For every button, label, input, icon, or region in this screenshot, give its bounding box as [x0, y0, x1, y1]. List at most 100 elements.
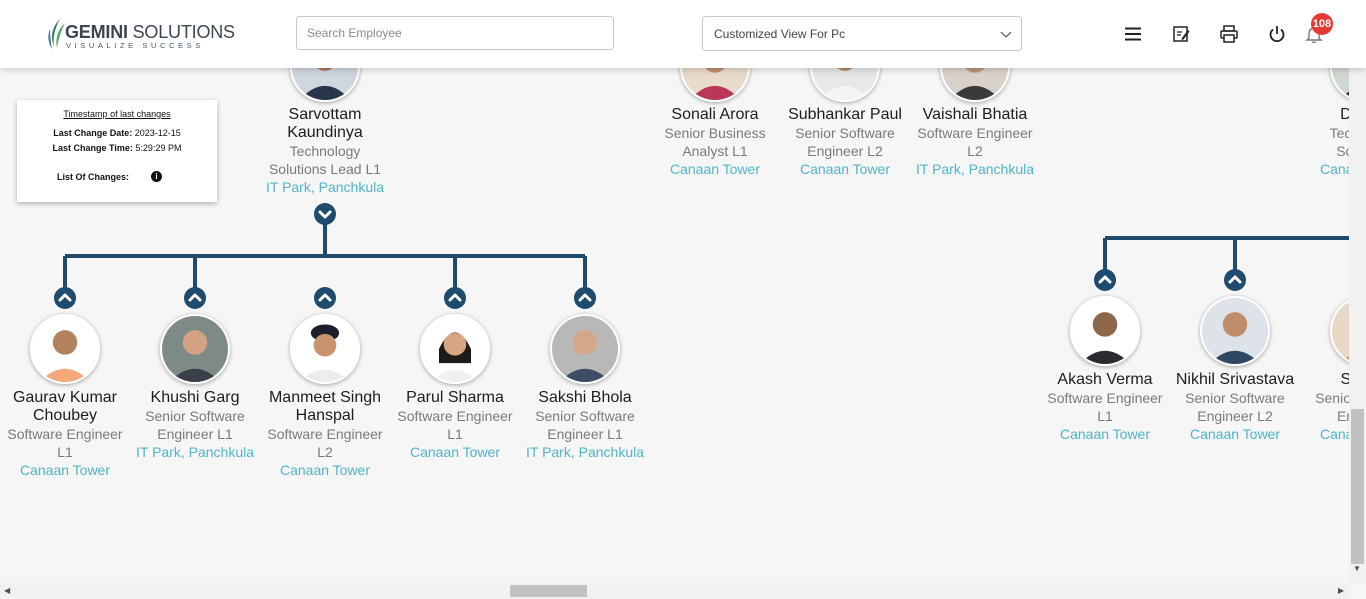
employee-designation: Software Engineer L1	[7, 426, 123, 460]
printer-icon	[1220, 25, 1238, 43]
logout-button[interactable]	[1267, 24, 1287, 44]
employee-card-sakshi[interactable]: Sakshi Bhola Senior Software Engineer L1…	[520, 389, 650, 461]
horizontal-scrollbar-thumb[interactable]	[510, 585, 587, 597]
edit-note-button[interactable]	[1171, 24, 1191, 44]
employee-designation: Software Engineer L1	[397, 408, 513, 442]
employee-name: Nikhil Srivastava	[1175, 371, 1295, 388]
collapse-toggle-button[interactable]	[314, 203, 336, 225]
timestamp-title[interactable]: Timestamp of last changes	[17, 109, 217, 119]
avatar[interactable]	[1200, 296, 1270, 366]
chevron-up-icon	[578, 293, 592, 302]
last-change-time-value: 5:29:29 PM	[135, 143, 182, 153]
vertical-scrollbar-thumb[interactable]	[1351, 409, 1364, 564]
info-icon[interactable]: i	[151, 171, 162, 182]
avatar[interactable]	[30, 314, 100, 384]
employee-location: Canaan Tower	[799, 161, 891, 177]
expand-toggle-button[interactable]	[54, 287, 76, 309]
scroll-left-arrow-icon[interactable]: ◀	[4, 586, 10, 595]
timestamp-card: Timestamp of last changes Last Change Da…	[17, 100, 217, 202]
employee-name: Khushi Garg	[150, 389, 240, 406]
employee-name: Parul Sharma	[406, 389, 504, 406]
employee-card-akash[interactable]: Akash Verma Software Engineer L1 Canaan …	[1040, 371, 1170, 443]
brand-tagline: VISUALIZE SUCCESS	[66, 41, 204, 50]
expand-toggle-button[interactable]	[574, 287, 596, 309]
employee-name: Vaishali Bhatia	[922, 106, 1028, 123]
employee-card-manmeet[interactable]: Manmeet Singh Hanspal Software Engineer …	[260, 389, 390, 479]
employee-card-sarvottam[interactable]: Sarvottam Kaundinya Technology Solutions…	[260, 106, 390, 196]
last-change-time-label: Last Change Time:	[52, 143, 133, 153]
vertical-scrollbar[interactable]: ▼	[1349, 68, 1366, 583]
edit-note-icon	[1173, 26, 1190, 42]
employee-location: Canaan Tower	[409, 444, 501, 460]
menu-icon	[1125, 27, 1141, 41]
chevron-down-icon	[318, 210, 332, 219]
last-change-date-value: 2023-12-15	[134, 128, 181, 138]
employee-designation: Senior Software Engineer L1	[535, 408, 635, 442]
employee-card-gaurav[interactable]: Gaurav Kumar Choubey Software Engineer L…	[0, 389, 130, 479]
last-change-date: Last Change Date: 2023-12-15	[17, 128, 217, 138]
employee-designation: Senior Business Analyst L1	[664, 125, 766, 159]
employee-name: Sarvottam Kaundinya	[287, 106, 363, 141]
expand-toggle-button[interactable]	[444, 287, 466, 309]
employee-location: Canaan Tower	[669, 161, 761, 177]
brand-name-bold: GEMINI	[65, 22, 128, 42]
avatar[interactable]	[160, 314, 230, 384]
employee-card-subhankar[interactable]: Subhankar Paul Senior Software Engineer …	[780, 106, 910, 178]
list-of-changes-label: List Of Changes:	[57, 172, 130, 182]
employee-designation: Software Engineer L2	[917, 125, 1033, 159]
employee-location: Canaan Tower	[19, 462, 111, 478]
view-select-value: Customized View For Pc	[714, 27, 846, 41]
chevron-down-icon	[1000, 31, 1012, 38]
employee-name: Akash Verma	[1057, 371, 1153, 388]
employee-name: Sonali Arora	[671, 106, 759, 123]
chevron-up-icon	[448, 293, 462, 302]
chevron-up-icon	[58, 293, 72, 302]
employee-location: IT Park, Panchkula	[915, 161, 1035, 177]
scroll-right-arrow-icon[interactable]: ▶	[1338, 586, 1344, 595]
avatar[interactable]	[1070, 296, 1140, 366]
employee-name: Sakshi Bhola	[538, 389, 632, 406]
brand-name-thin: SOLUTIONS	[132, 22, 235, 42]
employee-location: Canaan Tower	[1059, 426, 1151, 442]
expand-toggle-button[interactable]	[184, 287, 206, 309]
employee-name: Gaurav Kumar Choubey	[12, 389, 118, 424]
employee-card-parul[interactable]: Parul Sharma Software Engineer L1 Canaan…	[390, 389, 520, 461]
employee-name: Manmeet Singh Hanspal	[268, 389, 382, 424]
menu-button[interactable]	[1123, 24, 1143, 44]
employee-card-khushi[interactable]: Khushi Garg Senior Software Engineer L1 …	[130, 389, 260, 461]
top-navbar: GEMINI SOLUTIONS VISUALIZE SUCCESS Custo…	[0, 0, 1366, 68]
horizontal-scrollbar[interactable]: ◀ ▶	[0, 583, 1349, 599]
employee-designation: Senior Software Engineer L1	[145, 408, 245, 442]
expand-toggle-button[interactable]	[1094, 269, 1116, 291]
expand-toggle-button[interactable]	[1224, 269, 1246, 291]
scroll-down-arrow-icon[interactable]: ▼	[1353, 564, 1361, 573]
power-icon	[1269, 26, 1285, 43]
employee-location: Canaan Tower	[1189, 426, 1281, 442]
employee-location: Canaan Tower	[279, 462, 371, 478]
avatar[interactable]	[420, 314, 490, 384]
avatar[interactable]	[550, 314, 620, 384]
employee-designation: Technology Solutions Lead L1	[268, 143, 382, 177]
employee-card-sonali[interactable]: Sonali Arora Senior Business Analyst L1 …	[650, 106, 780, 178]
brand-name: GEMINI SOLUTIONS	[65, 22, 235, 43]
last-change-date-label: Last Change Date:	[53, 128, 133, 138]
avatar[interactable]	[290, 314, 360, 384]
employee-card-nikhil[interactable]: Nikhil Srivastava Senior Software Engine…	[1170, 371, 1300, 443]
employee-card-vaishali[interactable]: Vaishali Bhatia Software Engineer L2 IT …	[910, 106, 1040, 178]
employee-designation: Software Engineer L1	[1047, 390, 1163, 424]
employee-designation: Senior Software Engineer L2	[795, 125, 895, 159]
company-logo[interactable]: GEMINI SOLUTIONS VISUALIZE SUCCESS	[46, 17, 235, 51]
employee-designation: Senior Software Engineer L2	[1185, 390, 1285, 424]
chevron-up-icon	[1228, 275, 1242, 284]
chevron-up-icon	[1098, 275, 1112, 284]
expand-toggle-button[interactable]	[314, 287, 336, 309]
chevron-up-icon	[188, 293, 202, 302]
employee-location: IT Park, Panchkula	[135, 444, 255, 460]
print-button[interactable]	[1219, 24, 1239, 44]
search-employee-input[interactable]	[296, 16, 614, 50]
chevron-up-icon	[318, 293, 332, 302]
view-select-dropdown[interactable]: Customized View For Pc	[702, 16, 1022, 51]
employee-designation: Software Engineer L2	[267, 426, 383, 460]
notification-count-badge: 108	[1311, 13, 1333, 35]
last-change-time: Last Change Time: 5:29:29 PM	[17, 143, 217, 153]
